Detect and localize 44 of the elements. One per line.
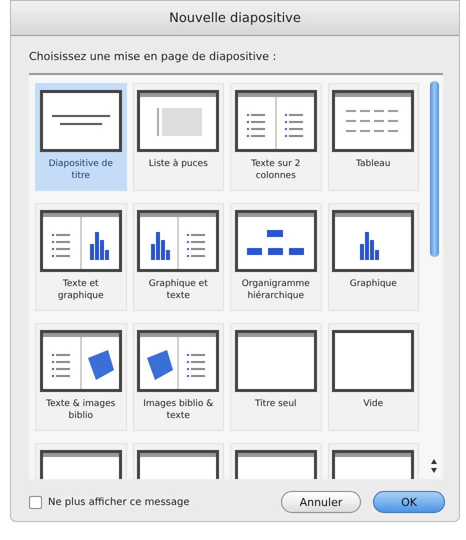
prompt-text: Choisissez une mise en page de diapositive : <box>29 50 278 63</box>
layout-label: Texte & images biblio <box>45 398 116 422</box>
window-title: Nouvelle diapositive <box>169 10 301 26</box>
layout-label: Tableau <box>355 158 392 170</box>
layout-label: Images biblio & texte <box>142 398 214 422</box>
slide-layout-icon <box>137 330 220 392</box>
layout-option[interactable]: Texte & images biblio <box>35 323 126 431</box>
slide-layout-icon <box>332 210 414 272</box>
layout-label: Diapositive de titre <box>48 158 114 182</box>
layout-option[interactable]: Graphique et texte <box>132 203 224 311</box>
layout-label: Titre seul <box>254 398 298 410</box>
layout-label: Texte sur 2 colonnes <box>250 158 302 182</box>
layout-option[interactable]: Organigramme hiérarchique <box>230 203 322 311</box>
cancel-button[interactable]: Annuler <box>281 491 361 513</box>
slide-layout-icon <box>332 330 414 392</box>
layout-option[interactable]: Diapositive de titre <box>35 83 126 191</box>
layout-option[interactable]: Images biblio & texte <box>132 323 224 431</box>
layout-label: Vide <box>362 398 384 410</box>
layout-label: Liste à puces <box>148 158 209 170</box>
slide-layout-icon <box>40 90 122 152</box>
layout-option[interactable]: Titre seul <box>230 323 322 431</box>
slide-layout-icon <box>332 90 414 152</box>
layout-label: Graphique et texte <box>148 278 209 302</box>
layout-label: Organigramme hiérarchique <box>240 278 311 302</box>
slide-layout-icon <box>137 210 220 272</box>
checkbox[interactable] <box>29 496 42 508</box>
layout-label: Texte et graphique <box>56 278 105 302</box>
scrollbar-thumb[interactable] <box>430 81 438 257</box>
layout-option[interactable]: Texte sur 2 colonnes <box>230 83 322 191</box>
slide-layout-icon <box>234 330 317 392</box>
checkbox-label: Ne plus afficher ce message <box>48 496 190 508</box>
layout-option[interactable]: Liste à puces <box>132 83 224 191</box>
layout-option[interactable]: Texte et graphique <box>35 203 126 311</box>
scroll-arrows-icon[interactable] <box>431 459 437 473</box>
ok-button[interactable]: OK <box>373 491 445 513</box>
slide-layout-icon <box>234 210 317 272</box>
slide-layout-icon <box>137 90 220 152</box>
layout-option[interactable]: Vide <box>328 323 419 431</box>
layout-label: Graphique <box>348 278 398 290</box>
layout-option[interactable]: Tableau <box>328 83 419 191</box>
slide-layout-icon <box>40 210 122 272</box>
slide-layout-icon <box>40 330 122 392</box>
slide-layout-icon <box>234 90 317 152</box>
layout-option[interactable]: Graphique <box>328 203 419 311</box>
